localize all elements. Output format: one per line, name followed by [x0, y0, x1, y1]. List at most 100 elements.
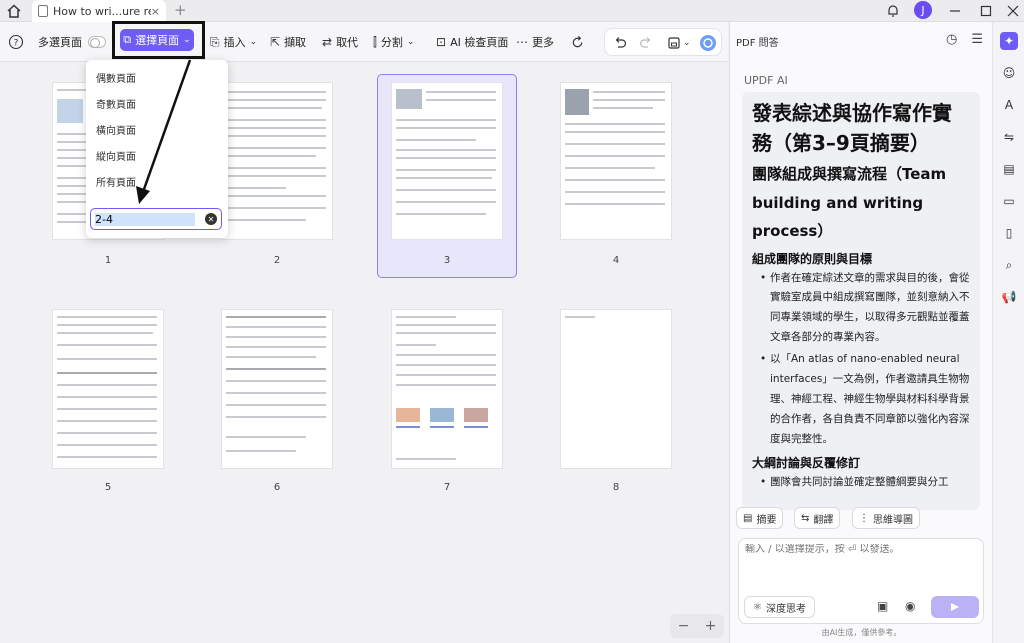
answer-subheading-2: 大綱討論與反覆修訂 — [752, 455, 861, 470]
page-number-5: 5 — [104, 482, 112, 493]
multi-select-toggle[interactable]: 多選頁面 — [38, 28, 106, 56]
page-number-1: 1 — [104, 255, 112, 266]
close-tab-icon[interactable]: × — [151, 5, 160, 18]
zoom-controls: − + — [670, 614, 724, 638]
send-button[interactable] — [931, 596, 979, 618]
ai-answer-card: 發表綜述與協作寫作實務（第3–9頁摘要） 團隊組成與撰寫流程（Team buil… — [742, 92, 980, 510]
home-icon[interactable] — [6, 3, 22, 19]
ai-check-icon: ⊡ — [436, 35, 447, 49]
page-number-4: 4 — [612, 255, 620, 266]
summary-icon: ▤ — [743, 512, 753, 524]
split-icon: ⫿ — [373, 34, 377, 49]
ai-chat-panel: PDF 問答 ◷ ☰ UPDF AI 發表綜述與協作寫作實務（第3–9頁摘要） … — [729, 22, 992, 643]
replace-label: 取代 — [336, 36, 359, 49]
page-range-input[interactable] — [95, 212, 195, 226]
chevron-down-icon: ⌄ — [249, 37, 258, 47]
extract-icon: ⇱ — [270, 35, 281, 49]
menu-item-even-pages[interactable]: 偶數頁面 — [96, 70, 136, 85]
page-thumbnail-8[interactable] — [560, 309, 672, 469]
redo-icon[interactable] — [639, 29, 653, 57]
document-tab[interactable]: How to wri...ure review × — [32, 0, 166, 22]
emoji-icon[interactable]: ☺ — [1000, 64, 1018, 82]
page-number-8: 8 — [612, 482, 620, 493]
answer-bullet-3: 團隊會共同討論並確定整體綱要與分工 — [752, 473, 970, 493]
ai-check-label: AI 檢查頁面 — [450, 36, 509, 49]
ai-check-button[interactable]: ⊡ AI 檢查頁面 — [436, 28, 508, 56]
answer-heading: 團隊組成與撰寫流程（Team building and writing proc… — [752, 160, 970, 246]
extract-button[interactable]: ⇱ 擷取 — [270, 28, 306, 56]
menu-item-portrait-pages[interactable]: 縱向頁面 — [96, 148, 136, 163]
page-thumbnail-6[interactable] — [221, 309, 333, 469]
panel-title: PDF 問答 — [736, 37, 779, 49]
split-button[interactable]: ⫿ 分割 ⌄ — [373, 28, 418, 56]
minimize-icon[interactable] — [946, 2, 964, 20]
avatar[interactable]: J — [914, 1, 932, 19]
translate-chip[interactable]: ⇆ 翻譯 — [794, 507, 841, 529]
multi-select-label: 多選頁面 — [38, 36, 82, 49]
settings-sliders-icon[interactable]: ☰ — [971, 32, 983, 47]
new-tab-button[interactable]: + — [174, 1, 187, 19]
page-number-2: 2 — [273, 255, 281, 266]
maximize-icon[interactable] — [977, 2, 995, 20]
ai-sender-label: UPDF AI — [744, 74, 788, 87]
zoom-in-button[interactable]: + — [705, 618, 717, 634]
send-icon — [951, 603, 959, 611]
right-tool-rail: ✦ ☺ A ⇋ ▤ ▭ ▯ ⌕ 📢 — [992, 22, 1024, 643]
deep-think-label: 深度思考 — [765, 603, 806, 615]
search-doc-icon[interactable]: ⌕ — [1000, 256, 1018, 274]
ai-chat-icon[interactable]: ✦ — [1000, 32, 1018, 50]
undo-icon[interactable] — [613, 29, 627, 57]
page-thumbnail-4[interactable] — [560, 82, 672, 240]
image-upload-icon[interactable]: ▣ — [877, 599, 888, 613]
translate-icon[interactable]: A — [1000, 96, 1018, 114]
page-toolbar: ? 多選頁面 ⎘ 插入 ⌄ ⇱ 擷取 ⇄ 取代 ⫿ 分割 ⌄ ⊡ AI 檢查頁面… — [0, 22, 728, 62]
page-number-6: 6 — [273, 482, 281, 493]
more-button[interactable]: ⋯ 更多 — [516, 28, 554, 56]
screenshot-icon[interactable]: ◉ — [905, 599, 915, 613]
page-thumbnail-2[interactable] — [221, 82, 333, 240]
insert-button[interactable]: ⎘ 插入 ⌄ — [210, 28, 261, 56]
translate-icon: ⇆ — [801, 512, 810, 524]
notes-icon[interactable]: ▤ — [1000, 160, 1018, 178]
menu-item-odd-pages[interactable]: 奇數頁面 — [96, 96, 136, 111]
insert-label: 插入 — [223, 36, 246, 49]
toggle-switch[interactable] — [88, 36, 106, 48]
mindmap-icon: ⋮ — [859, 512, 869, 524]
menu-item-landscape-pages[interactable]: 橫向頁面 — [96, 122, 136, 137]
mindmap-chip[interactable]: ⋮ 思維導圖 — [852, 507, 920, 529]
menu-item-all-pages[interactable]: 所有頁面 — [96, 174, 136, 189]
chevron-down-icon: ⌄ — [406, 37, 415, 47]
save-icon[interactable]: ⌄ — [667, 29, 695, 57]
page-thumbnail-7[interactable] — [391, 309, 503, 469]
history-group: ⌄ — [604, 28, 722, 56]
summary-label: 摘要 — [756, 514, 777, 526]
mindmap-label: 思維導圖 — [873, 514, 913, 526]
replace-button[interactable]: ⇄ 取代 — [322, 28, 358, 56]
page-number-7: 7 — [443, 482, 451, 493]
chat-input-box: ⚛ 深度思考 ▣ ◉ — [738, 538, 984, 624]
deep-think-icon: ⚛ — [753, 601, 762, 613]
replace-icon: ⇄ — [322, 35, 333, 49]
history-icon[interactable]: ◷ — [946, 32, 957, 47]
zoom-out-button[interactable]: − — [678, 618, 690, 634]
help-icon[interactable]: ? — [8, 28, 24, 56]
annotation-highlight-box — [112, 21, 205, 59]
page-thumbnail-3[interactable] — [391, 82, 503, 240]
summary-chip[interactable]: ▤ 摘要 — [736, 507, 784, 529]
chat-input[interactable] — [745, 544, 977, 555]
answer-subheading-1: 組成團隊的原則與目標 — [752, 251, 873, 266]
bell-icon[interactable] — [884, 2, 902, 20]
close-window-icon[interactable] — [1004, 2, 1022, 20]
book-icon[interactable]: ▯ — [1000, 224, 1018, 242]
updf-ai-icon[interactable] — [699, 29, 717, 57]
compare-icon[interactable]: ⇋ — [1000, 128, 1018, 146]
panel-header: PDF 問答 ◷ ☰ — [730, 22, 993, 60]
megaphone-icon[interactable]: 📢 — [1000, 288, 1018, 306]
deep-think-button[interactable]: ⚛ 深度思考 — [744, 596, 815, 618]
clear-icon[interactable]: ✕ — [205, 213, 217, 225]
page-range-field[interactable]: ✕ — [90, 208, 222, 230]
rotate-icon[interactable] — [570, 28, 585, 56]
bookmark-icon[interactable]: ▭ — [1000, 192, 1018, 210]
page-thumbnail-5[interactable] — [52, 309, 164, 469]
split-label: 分割 — [380, 36, 403, 49]
